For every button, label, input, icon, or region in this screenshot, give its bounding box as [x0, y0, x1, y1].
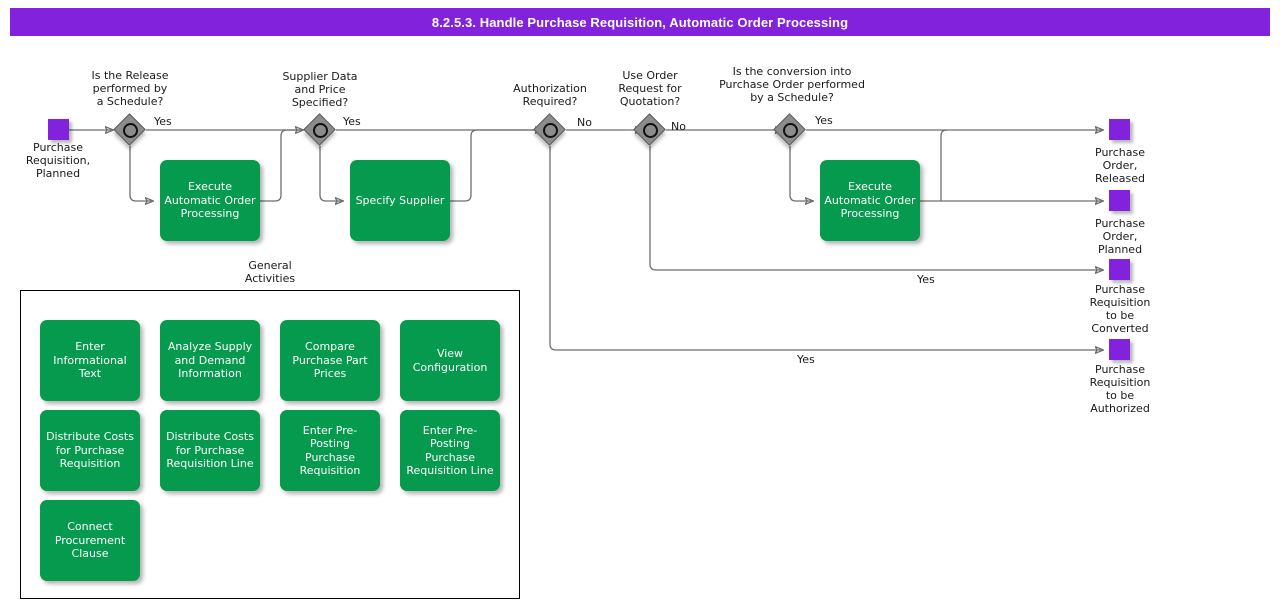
- end-event-label-purchase-requisition-to-be-authorized: Purchase Requisition to be Authorized: [1089, 363, 1151, 415]
- edge-label-g3-branch-yes: Yes: [797, 353, 815, 366]
- wire-g2-to-task2: [319, 146, 343, 201]
- gateway-label-conversion-into-purchase-order-by-schedule: Is the conversion into Purchase Order pe…: [719, 65, 865, 104]
- edge-label-g5-yes: Yes: [815, 114, 833, 127]
- wire-task2-to-g3: [450, 129, 543, 202]
- gateway-circle-icon: [643, 123, 658, 138]
- gateway-release-performed-by-schedule[interactable]: [113, 113, 146, 146]
- diagram-title-bar: 8.2.5.3. Handle Purchase Requisition, Au…: [10, 8, 1270, 36]
- end-event-purchase-order-released[interactable]: [1109, 119, 1130, 140]
- general-activity-enter-pre-posting-purchase-requisition-line[interactable]: Enter Pre- Posting Purchase Requisition …: [400, 410, 500, 491]
- end-event-label-purchase-requisition-to-be-converted: Purchase Requisition to be Converted: [1089, 283, 1151, 335]
- page-title: 8.2.5.3. Handle Purchase Requisition, Au…: [431, 14, 849, 30]
- general-activity-distribute-costs-for-purchase-requisition[interactable]: Distribute Costs for Purchase Requisitio…: [40, 410, 140, 491]
- gateway-circle-icon: [123, 123, 138, 138]
- gateway-circle-icon: [543, 123, 558, 138]
- general-activity-view-configuration[interactable]: View Configuration: [400, 320, 500, 401]
- task-execute-automatic-order-processing-2[interactable]: Execute Automatic Order Processing: [820, 160, 920, 241]
- edge-label-g4-branch-yes: Yes: [917, 273, 935, 286]
- general-activity-enter-pre-posting-purchase-requisition[interactable]: Enter Pre- Posting Purchase Requisition: [280, 410, 380, 491]
- gateway-supplier-data-and-price-specified[interactable]: [303, 113, 336, 146]
- gateway-label-supplier-data-and-price-specified: Supplier Data and Price Specified?: [282, 70, 358, 109]
- task-specify-supplier[interactable]: Specify Supplier: [350, 160, 450, 241]
- gateway-authorization-required[interactable]: [533, 113, 566, 146]
- wire-g5-to-task3: [789, 146, 813, 201]
- edge-label-g3-no: No: [577, 116, 592, 129]
- task-execute-automatic-order-processing-1[interactable]: Execute Automatic Order Processing: [160, 160, 260, 241]
- end-event-purchase-order-planned[interactable]: [1109, 190, 1130, 211]
- general-activity-enter-informational-text[interactable]: Enter Informational Text: [40, 320, 140, 401]
- gateway-use-order-request-for-quotation[interactable]: [633, 113, 666, 146]
- edge-label-g2-yes: Yes: [343, 115, 361, 128]
- wire-task1-to-g2: [260, 129, 303, 202]
- start-event-label: Purchase Requisition, Planned: [25, 141, 91, 180]
- general-activity-compare-purchase-part-prices[interactable]: Compare Purchase Part Prices: [280, 320, 380, 401]
- end-event-label-purchase-order-released: Purchase Order, Released: [1095, 146, 1145, 185]
- gateway-circle-icon: [783, 123, 798, 138]
- gateway-label-use-order-request-for-quotation: Use Order Request for Quotation?: [618, 69, 682, 108]
- wire-task3-riser: [940, 129, 948, 201]
- edge-label-g4-no: No: [671, 120, 686, 133]
- end-event-purchase-requisition-to-be-converted[interactable]: [1109, 259, 1130, 280]
- end-event-purchase-requisition-to-be-authorized[interactable]: [1109, 339, 1130, 360]
- general-activities-title: General Activities: [244, 259, 296, 285]
- general-activity-connect-procurement-clause[interactable]: Connect Procurement Clause: [40, 500, 140, 581]
- wire-g1-to-task1: [129, 146, 153, 201]
- end-event-label-purchase-order-planned: Purchase Order, Planned: [1095, 217, 1145, 256]
- general-activity-distribute-costs-for-purchase-requisition-line[interactable]: Distribute Costs for Purchase Requisitio…: [160, 410, 260, 491]
- start-event-purchase-requisition-planned[interactable]: [48, 119, 69, 140]
- general-activity-analyze-supply-and-demand-information[interactable]: Analyze Supply and Demand Information: [160, 320, 260, 401]
- gateway-circle-icon: [313, 123, 328, 138]
- gateway-conversion-into-purchase-order-by-schedule[interactable]: [773, 113, 806, 146]
- gateway-label-release-performed-by-schedule: Is the Release performed by a Schedule?: [91, 69, 169, 108]
- edge-label-g1-yes: Yes: [154, 115, 172, 128]
